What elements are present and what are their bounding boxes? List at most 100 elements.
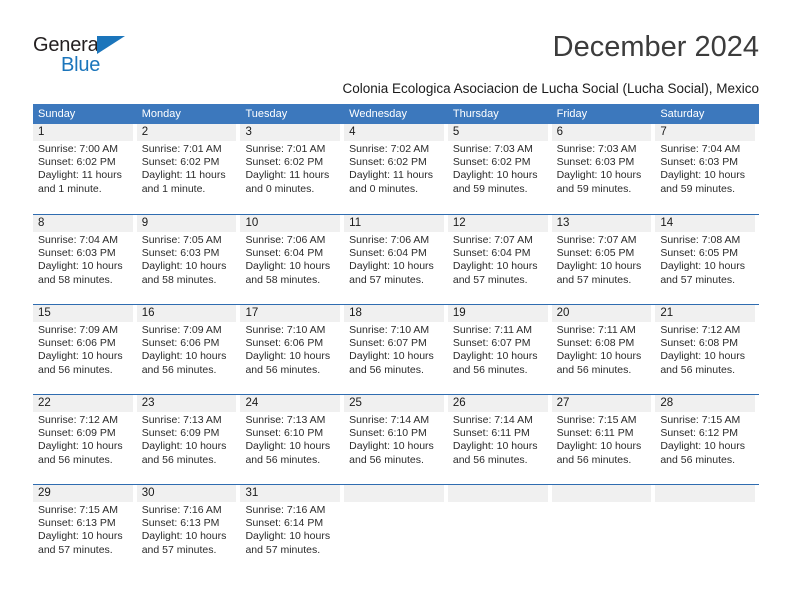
weekday-header-tuesday: Tuesday [245,108,288,120]
day-cell-empty [447,485,552,574]
day-cell[interactable]: 25 Sunrise: 7:14 AM Sunset: 6:10 PM Dayl… [344,395,448,484]
sunrise-text: Sunrise: 7:04 AM [38,234,118,246]
daylight-text-line2: and 57 minutes. [452,273,528,286]
sunrise-text: Sunrise: 7:13 AM [245,414,326,426]
day-cell[interactable]: 7 Sunrise: 7:04 AM Sunset: 6:03 PM Dayli… [655,124,759,214]
day-cell[interactable]: 9 Sunrise: 7:05 AM Sunset: 6:03 PM Dayli… [136,215,241,304]
day-details: Sunrise: 7:07 AM Sunset: 6:04 PM Dayligh… [448,232,548,287]
day-cell[interactable]: 16 Sunrise: 7:09 AM Sunset: 6:06 PM Dayl… [136,305,241,394]
daylight-text-line1: Daylight: 10 hours [38,530,123,543]
sunrise-text: Sunrise: 7:03 AM [556,143,637,155]
daylight-text-line1: Daylight: 10 hours [141,440,227,453]
page-header: General Blue December 2024 [33,30,759,82]
day-cell[interactable]: 30 Sunrise: 7:16 AM Sunset: 6:13 PM Dayl… [136,485,241,574]
calendar-grid: Sunday Monday Tuesday Wednesday Thursday… [33,104,759,574]
day-cell[interactable]: 29 Sunrise: 7:15 AM Sunset: 6:13 PM Dayl… [33,485,137,574]
daylight-text-line1: Daylight: 10 hours [556,169,642,182]
day-number: 27 [551,395,652,412]
day-cell[interactable]: 22 Sunrise: 7:12 AM Sunset: 6:09 PM Dayl… [33,395,137,484]
sunset-text: Sunset: 6:07 PM [452,337,531,350]
day-number: 17 [240,305,341,322]
daylight-text-line2: and 59 minutes. [660,182,736,195]
day-cell[interactable]: 6 Sunrise: 7:03 AM Sunset: 6:03 PM Dayli… [551,124,656,214]
day-details: Sunrise: 7:16 AM Sunset: 6:13 PM Dayligh… [137,502,237,557]
day-number: 15 [33,305,133,322]
weekday-header-thursday: Thursday [452,108,499,120]
sunrise-text: Sunrise: 7:16 AM [245,504,326,516]
daylight-text-line1: Daylight: 11 hours [141,169,226,182]
day-details: Sunrise: 7:15 AM Sunset: 6:12 PM Dayligh… [655,412,755,467]
day-cell[interactable]: 12 Sunrise: 7:07 AM Sunset: 6:04 PM Dayl… [447,215,552,304]
sunrise-text: Sunrise: 7:12 AM [38,414,118,426]
day-cell[interactable]: 4 Sunrise: 7:02 AM Sunset: 6:02 PM Dayli… [344,124,448,214]
sunrise-text: Sunrise: 7:01 AM [245,143,326,155]
day-cell[interactable]: 21 Sunrise: 7:12 AM Sunset: 6:08 PM Dayl… [655,305,759,394]
daylight-text-line2: and 58 minutes. [38,273,113,286]
day-cell[interactable]: 17 Sunrise: 7:10 AM Sunset: 6:06 PM Dayl… [240,305,344,394]
day-number: 7 [655,124,756,141]
daylight-text-line2: and 56 minutes. [452,453,528,466]
day-cell[interactable]: 20 Sunrise: 7:11 AM Sunset: 6:08 PM Dayl… [551,305,656,394]
weekday-header-saturday: Saturday [660,108,705,120]
day-cell[interactable]: 14 Sunrise: 7:08 AM Sunset: 6:05 PM Dayl… [655,215,759,304]
day-cell[interactable]: 15 Sunrise: 7:09 AM Sunset: 6:06 PM Dayl… [33,305,137,394]
day-cell[interactable]: 27 Sunrise: 7:15 AM Sunset: 6:11 PM Dayl… [551,395,656,484]
daylight-text-line2: and 56 minutes. [349,363,424,376]
day-number: 5 [447,124,548,141]
day-number: 23 [136,395,237,412]
day-number [447,485,548,502]
sunset-text: Sunset: 6:02 PM [452,156,531,169]
day-details: Sunrise: 7:05 AM Sunset: 6:03 PM Dayligh… [137,232,237,287]
sunrise-text: Sunrise: 7:07 AM [452,234,533,246]
daylight-text-line2: and 56 minutes. [141,363,217,376]
day-cell[interactable]: 23 Sunrise: 7:13 AM Sunset: 6:09 PM Dayl… [136,395,241,484]
sunrise-text: Sunrise: 7:15 AM [660,414,741,426]
day-details: Sunrise: 7:06 AM Sunset: 6:04 PM Dayligh… [344,232,444,287]
general-blue-logo[interactable]: General Blue [33,34,153,80]
day-cell[interactable]: 11 Sunrise: 7:06 AM Sunset: 6:04 PM Dayl… [344,215,448,304]
day-details: Sunrise: 7:02 AM Sunset: 6:02 PM Dayligh… [344,141,444,196]
day-details: Sunrise: 7:09 AM Sunset: 6:06 PM Dayligh… [137,322,237,377]
sunrise-text: Sunrise: 7:06 AM [245,234,326,246]
sunrise-text: Sunrise: 7:12 AM [660,324,741,336]
day-cell-empty [344,485,448,574]
day-cell[interactable]: 28 Sunrise: 7:15 AM Sunset: 6:12 PM Dayl… [655,395,759,484]
sunset-text: Sunset: 6:03 PM [38,247,116,260]
day-cell[interactable]: 2 Sunrise: 7:01 AM Sunset: 6:02 PM Dayli… [136,124,241,214]
sunset-text: Sunset: 6:03 PM [660,156,738,169]
day-details: Sunrise: 7:10 AM Sunset: 6:06 PM Dayligh… [240,322,340,377]
sunset-text: Sunset: 6:07 PM [349,337,427,350]
daylight-text-line1: Daylight: 10 hours [556,260,642,273]
day-cell[interactable]: 24 Sunrise: 7:13 AM Sunset: 6:10 PM Dayl… [240,395,344,484]
day-details: Sunrise: 7:12 AM Sunset: 6:08 PM Dayligh… [655,322,755,377]
day-details: Sunrise: 7:15 AM Sunset: 6:13 PM Dayligh… [33,502,133,557]
logo-text-blue: Blue [61,54,101,76]
day-cell[interactable]: 13 Sunrise: 7:07 AM Sunset: 6:05 PM Dayl… [551,215,656,304]
daylight-text-line1: Daylight: 10 hours [349,350,434,363]
day-cell[interactable]: 8 Sunrise: 7:04 AM Sunset: 6:03 PM Dayli… [33,215,137,304]
day-cell[interactable]: 5 Sunrise: 7:03 AM Sunset: 6:02 PM Dayli… [447,124,552,214]
day-cell[interactable]: 19 Sunrise: 7:11 AM Sunset: 6:07 PM Dayl… [447,305,552,394]
day-cell-empty [551,485,656,574]
daylight-text-line1: Daylight: 10 hours [245,440,331,453]
day-number: 12 [447,215,548,232]
day-cell[interactable]: 1 Sunrise: 7:00 AM Sunset: 6:02 PM Dayli… [33,124,137,214]
daylight-text-line1: Daylight: 10 hours [452,169,538,182]
day-cell[interactable]: 3 Sunrise: 7:01 AM Sunset: 6:02 PM Dayli… [240,124,344,214]
day-cell[interactable]: 26 Sunrise: 7:14 AM Sunset: 6:11 PM Dayl… [447,395,552,484]
day-details: Sunrise: 7:11 AM Sunset: 6:08 PM Dayligh… [552,322,652,377]
day-number: 19 [447,305,548,322]
sunset-text: Sunset: 6:04 PM [245,247,324,260]
day-cell[interactable]: 18 Sunrise: 7:10 AM Sunset: 6:07 PM Dayl… [344,305,448,394]
day-cell[interactable]: 31 Sunrise: 7:16 AM Sunset: 6:14 PM Dayl… [240,485,344,574]
daylight-text-line2: and 58 minutes. [141,273,217,286]
weekday-header-wednesday: Wednesday [349,108,408,120]
sunset-text: Sunset: 6:08 PM [556,337,635,350]
sunrise-text: Sunrise: 7:15 AM [38,504,118,516]
day-number: 10 [240,215,341,232]
daylight-text-line2: and 56 minutes. [38,453,113,466]
daylight-text-line2: and 57 minutes. [141,543,217,556]
sunset-text: Sunset: 6:13 PM [38,517,116,530]
day-cell[interactable]: 10 Sunrise: 7:06 AM Sunset: 6:04 PM Dayl… [240,215,344,304]
day-details: Sunrise: 7:04 AM Sunset: 6:03 PM Dayligh… [655,141,755,196]
